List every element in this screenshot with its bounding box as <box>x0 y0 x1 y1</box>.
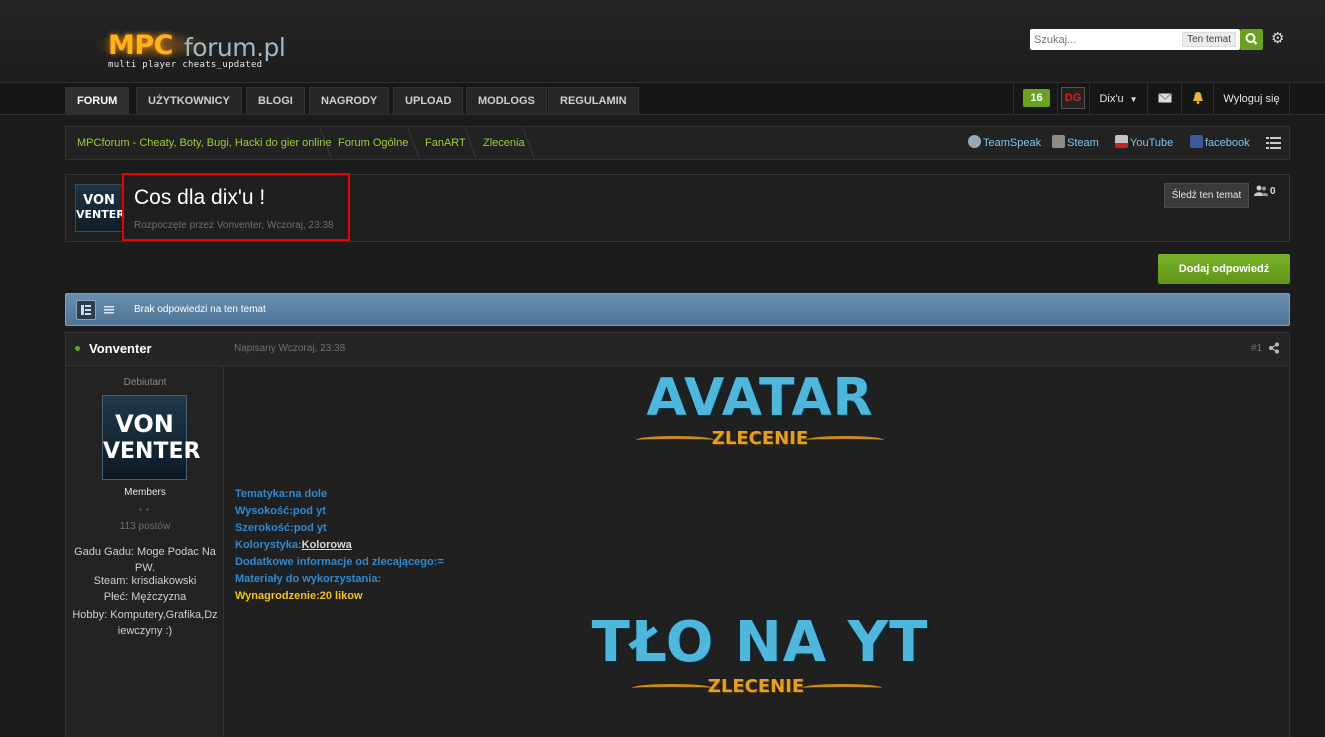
steam-label: Steam <box>1067 137 1099 149</box>
steam-link[interactable]: Steam <box>1052 127 1099 159</box>
chevron-down-icon: ▼ <box>1129 95 1138 104</box>
followers-count[interactable]: 0 <box>1254 185 1276 197</box>
teamspeak-label: TeamSpeak <box>983 137 1042 149</box>
field-dodatkowe: Dodatkowe informacje od zlecającego:= <box>235 556 444 568</box>
author-post-count: 113 postów <box>119 521 171 532</box>
avatar[interactable]: VON VENTER <box>102 395 200 480</box>
bell-icon <box>1192 92 1203 104</box>
username-label: Dix'u <box>1099 93 1124 105</box>
background-banner-title: TŁO NA YT <box>591 610 929 675</box>
logout-link[interactable]: Wyloguj się <box>1213 83 1290 115</box>
online-status-indicator <box>75 346 80 351</box>
profile-gadu: Gadu Gadu: Moge Podac Na PW. <box>74 546 216 574</box>
mail-icon <box>1157 93 1172 103</box>
post-date: Napisany Wczoraj, 23:38 <box>234 343 346 354</box>
teamspeak-link[interactable]: TeamSpeak <box>968 127 1041 159</box>
avatar-text-line2: VENTER <box>76 208 125 221</box>
tab-blogs[interactable]: BLOGI <box>246 87 305 114</box>
search-button[interactable] <box>1240 29 1263 50</box>
avatar-banner-title: AVATAR <box>646 368 874 428</box>
followers-number: 0 <box>1270 186 1276 197</box>
breadcrumb-item-general[interactable]: Forum Ogólne <box>338 127 408 159</box>
field-wysokosc: Wysokość:pod yt <box>235 505 326 517</box>
list-menu-icon[interactable] <box>1266 137 1281 149</box>
messages-button[interactable] <box>1147 83 1181 115</box>
site-logo[interactable]: MPC forum.pl multi player cheats_updated <box>72 26 332 74</box>
tab-users[interactable]: UŻYTKOWNICY <box>136 87 242 114</box>
post-author[interactable]: Vonventer <box>89 341 152 356</box>
users-icon <box>1254 185 1268 196</box>
view-mode-compact-button[interactable] <box>101 302 117 318</box>
youtube-label: YouTube <box>1130 137 1174 149</box>
search-icon <box>1245 33 1258 45</box>
field-wynagrodzenie: Wynagrodzenie:20 likow <box>235 590 363 602</box>
avatar-text-line1: VON <box>83 193 115 208</box>
field-tematyka: Tematyka:na dole <box>235 488 328 500</box>
search-scope-toggle[interactable]: Ten temat <box>1182 32 1236 47</box>
profile-steam: Steam: krisdiakowski <box>93 575 197 587</box>
alerts-button[interactable] <box>1181 83 1213 115</box>
youtube-link[interactable]: YouTube <box>1115 127 1173 159</box>
add-reply-button[interactable]: Dodaj odpowiedź <box>1158 254 1290 284</box>
lines-icon <box>104 306 114 314</box>
tab-rules[interactable]: REGULAMIN <box>548 87 639 114</box>
facebook-link[interactable]: facebook <box>1190 127 1250 159</box>
search-box: Ten temat <box>1030 29 1240 50</box>
tab-modlogs[interactable]: MODLOGS <box>466 87 547 114</box>
facebook-icon <box>1190 135 1203 148</box>
logo-main-text: MPC <box>108 30 173 61</box>
teamspeak-icon <box>968 135 981 148</box>
view-mode-full-button[interactable] <box>76 300 96 320</box>
topic-author-avatar[interactable]: VON VENTER <box>75 184 125 232</box>
notification-count-badge[interactable]: 16 <box>1023 89 1050 107</box>
facebook-label: facebook <box>1205 137 1250 149</box>
breadcrumb-item-home[interactable]: MPCforum - Cheaty, Boty, Bugi, Hacki do … <box>77 127 332 159</box>
author-rank: Debiutant <box>123 377 167 388</box>
background-banner-subtitle: ZLECENIE <box>707 676 805 697</box>
field-szerokosc: Szerokość:pod yt <box>235 522 327 534</box>
logo-tagline: multi player cheats_updated <box>108 60 263 70</box>
tab-upload[interactable]: UPLOAD <box>393 87 464 114</box>
gear-icon[interactable]: ⚙ <box>1271 31 1287 47</box>
field-materialy: Materiały do wykorzystania: <box>235 573 382 585</box>
tab-awards[interactable]: NAGRODY <box>309 87 390 114</box>
avatar-banner-subtitle: ZLECENIE <box>711 428 809 449</box>
user-menu[interactable]: Dix'u ▼ <box>1089 83 1147 115</box>
user-mini-avatar[interactable]: DG <box>1061 87 1085 109</box>
share-icon[interactable] <box>1268 342 1280 354</box>
follow-topic-button[interactable]: Śledź ten temat <box>1164 183 1249 208</box>
steam-icon <box>1052 135 1065 148</box>
profile-gender: Płeć: Mężczyzna <box>103 591 187 603</box>
tab-forum[interactable]: FORUM <box>65 87 130 114</box>
author-group: Members <box>124 487 166 498</box>
post-number-link[interactable]: #1 <box>1251 343 1262 354</box>
logo-sub-text: forum.pl <box>184 33 286 62</box>
avatar-big-line2: VENTER <box>103 439 201 464</box>
profile-hobby: Hobby: Komputery,Grafika,Dziewczyny :) <box>72 609 218 637</box>
youtube-icon <box>1115 135 1128 148</box>
rank-pips: ▪ ▪ <box>139 505 150 514</box>
list-view-icon <box>81 305 91 315</box>
search-input[interactable] <box>1030 29 1180 50</box>
field-kolorystyka-label: Kolorystyka: <box>235 539 302 551</box>
highlight-box <box>122 173 350 241</box>
avatar-big-line1: VON <box>115 410 174 438</box>
field-kolorystyka-value: Kolorowa <box>301 539 352 551</box>
field-kolorystyka: Kolorystyka:Kolorowa <box>235 539 352 551</box>
no-replies-text: Brak odpowiedzi na ten temat <box>134 304 266 315</box>
